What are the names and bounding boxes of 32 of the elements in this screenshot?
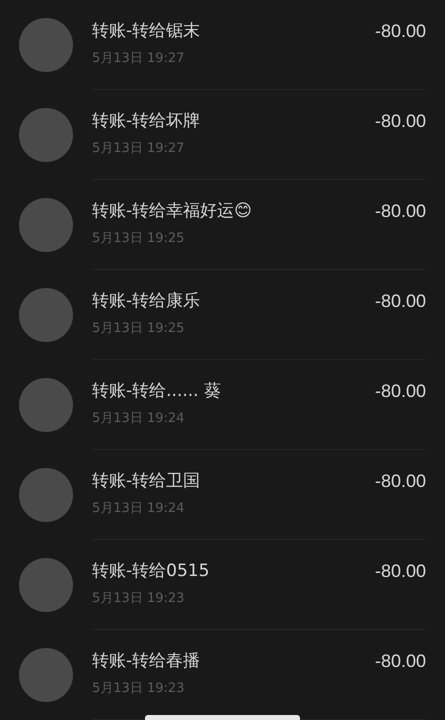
transaction-time: 5月13日 19:24 [92, 500, 186, 518]
transaction-time: 5月13日 19:27 [92, 140, 186, 158]
transaction-amount: -80.00 [374, 200, 426, 223]
avatar-photo [19, 378, 73, 432]
transaction-amount: -80.00 [374, 650, 426, 673]
transaction-time: 5月13日 19:23 [92, 680, 186, 698]
transaction-title: 转账-转给0515 [92, 560, 210, 581]
transaction-amount: -80.00 [374, 290, 426, 313]
transaction-time: 5月13日 19:24 [92, 410, 186, 428]
transaction-time: 5月13日 19:25 [92, 320, 186, 338]
transaction-amount: -80.00 [374, 110, 426, 133]
transaction-title: 转账-转给春播 [92, 650, 200, 671]
avatar-photo [19, 18, 73, 72]
transaction-time: 5月13日 19:25 [92, 230, 186, 248]
transaction-amount: -80.00 [374, 470, 426, 493]
avatar-photo [19, 198, 73, 252]
transaction-amount: -80.00 [374, 20, 426, 43]
avatar-photo [19, 558, 73, 612]
avatar-photo [19, 468, 73, 522]
transaction-title: 转账-转给康乐 [92, 290, 200, 311]
transaction-amount: -80.00 [374, 560, 426, 583]
transaction-title: 转账-转给卫国 [92, 470, 200, 491]
transaction-title: 转账-转给锯末 [92, 20, 200, 41]
avatar-photo [19, 288, 73, 342]
transaction-time: 5月13日 19:27 [92, 50, 186, 68]
transaction-title: 转账-转给幸福好运😊 [92, 200, 252, 221]
transaction-title: 转账-转给坏牌 [92, 110, 200, 131]
avatar-photo [19, 648, 73, 702]
avatar-photo [19, 108, 73, 162]
transaction-amount: -80.00 [374, 380, 426, 403]
transaction-time: 5月13日 19:23 [92, 590, 186, 608]
transaction-title: 转账-转给...... 葵 [92, 380, 221, 401]
